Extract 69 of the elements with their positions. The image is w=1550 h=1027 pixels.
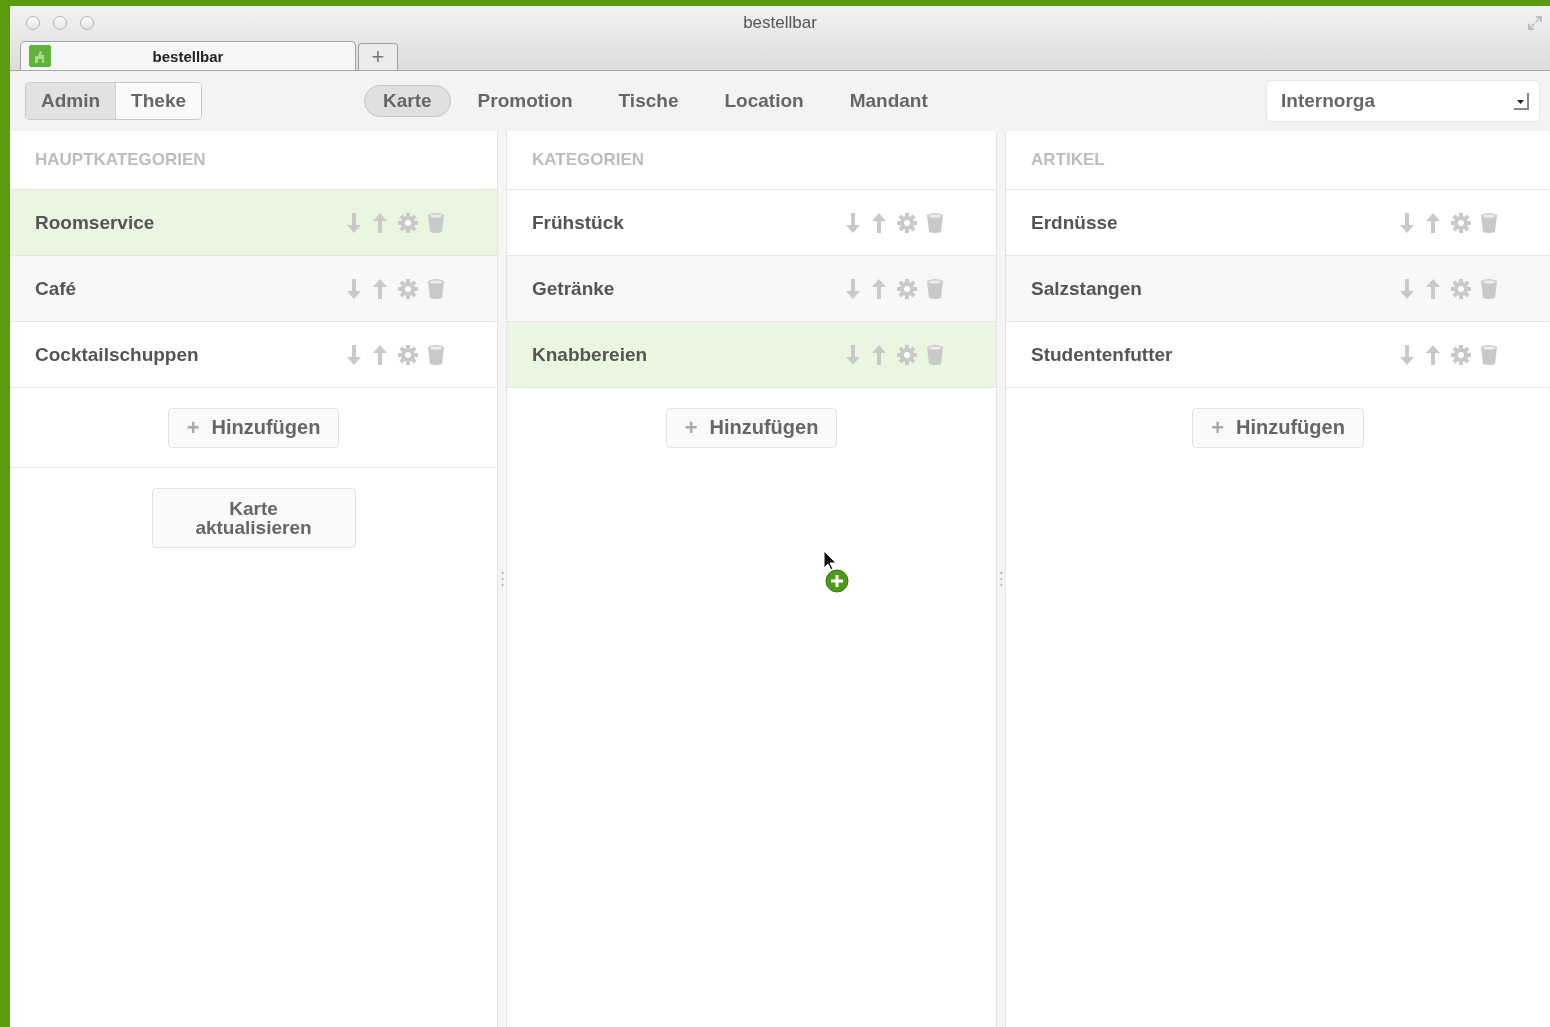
grip-icon[interactable] bbox=[999, 571, 1003, 587]
down-arrow-icon[interactable] bbox=[844, 343, 862, 366]
down-arrow-icon[interactable] bbox=[345, 211, 363, 234]
trash-icon[interactable] bbox=[427, 211, 445, 234]
down-arrow-icon[interactable] bbox=[1398, 343, 1416, 366]
trash-icon[interactable] bbox=[1480, 211, 1498, 234]
add-button[interactable]: + Hinzufügen bbox=[167, 407, 340, 448]
trash-icon[interactable] bbox=[926, 211, 944, 234]
nav-tab[interactable]: Karte bbox=[364, 85, 451, 117]
trash-icon[interactable] bbox=[427, 343, 445, 366]
up-arrow-icon[interactable] bbox=[1424, 277, 1442, 300]
up-arrow-icon[interactable] bbox=[870, 343, 888, 366]
add-button[interactable]: + Hinzufügen bbox=[665, 407, 838, 448]
window-control[interactable] bbox=[53, 16, 67, 30]
up-arrow-icon[interactable] bbox=[371, 277, 389, 300]
list-row[interactable]: Roomservice bbox=[10, 190, 497, 256]
column-splitter[interactable] bbox=[996, 131, 1006, 1027]
down-arrow-icon[interactable] bbox=[1398, 211, 1416, 234]
trash-icon[interactable] bbox=[926, 343, 944, 366]
settings-icon[interactable] bbox=[1450, 343, 1472, 366]
column-splitter[interactable] bbox=[497, 131, 507, 1027]
column-header: HAUPTKATEGORIEN bbox=[35, 150, 206, 170]
settings-icon[interactable] bbox=[397, 343, 419, 366]
fullscreen-icon[interactable] bbox=[1526, 14, 1544, 32]
dropdown-arrow-icon[interactable] bbox=[1513, 92, 1529, 110]
settings-icon[interactable] bbox=[397, 277, 419, 300]
up-arrow-icon[interactable] bbox=[371, 211, 389, 234]
trash-icon[interactable] bbox=[1480, 343, 1498, 366]
settings-icon[interactable] bbox=[1450, 277, 1472, 300]
list-row[interactable]: Salzstangen bbox=[1006, 256, 1550, 322]
window-control[interactable] bbox=[26, 16, 40, 30]
up-arrow-icon[interactable] bbox=[870, 211, 888, 234]
browser-tab[interactable]: bestellbar bbox=[20, 41, 356, 70]
app-logo-icon bbox=[29, 45, 51, 67]
up-arrow-icon[interactable] bbox=[870, 277, 888, 300]
window-title: bestellbar bbox=[743, 13, 817, 32]
down-arrow-icon[interactable] bbox=[844, 277, 862, 300]
mode-toggle[interactable]: Theke bbox=[116, 83, 202, 119]
settings-icon[interactable] bbox=[397, 211, 419, 234]
settings-icon[interactable] bbox=[1450, 211, 1472, 234]
grip-icon[interactable] bbox=[500, 571, 504, 587]
trash-icon[interactable] bbox=[1480, 277, 1498, 300]
down-arrow-icon[interactable] bbox=[1398, 277, 1416, 300]
nav-tab[interactable]: Mandant bbox=[830, 85, 947, 117]
settings-icon[interactable] bbox=[896, 343, 918, 366]
nav-tab[interactable]: Tische bbox=[599, 85, 698, 117]
update-menu-button[interactable]: Karte aktualisieren bbox=[151, 488, 356, 548]
list-row[interactable]: Café bbox=[10, 256, 497, 322]
settings-icon[interactable] bbox=[896, 211, 918, 234]
down-arrow-icon[interactable] bbox=[844, 211, 862, 234]
up-arrow-icon[interactable] bbox=[1424, 211, 1442, 234]
list-row[interactable]: Getränke bbox=[507, 256, 996, 322]
column-header: ARTIKEL bbox=[1031, 150, 1105, 170]
window-control[interactable] bbox=[80, 16, 94, 30]
trash-icon[interactable] bbox=[427, 277, 445, 300]
nav-tab[interactable]: Promotion bbox=[458, 85, 592, 117]
trash-icon[interactable] bbox=[926, 277, 944, 300]
new-tab-button[interactable]: + bbox=[358, 43, 398, 70]
settings-icon[interactable] bbox=[896, 277, 918, 300]
up-arrow-icon[interactable] bbox=[371, 343, 389, 366]
add-button[interactable]: + Hinzufügen bbox=[1192, 407, 1364, 448]
list-row[interactable]: Knabbereien bbox=[507, 322, 996, 388]
nav-tab[interactable]: Location bbox=[705, 85, 823, 117]
down-arrow-icon[interactable] bbox=[345, 277, 363, 300]
column-header: KATEGORIEN bbox=[532, 150, 645, 170]
up-arrow-icon[interactable] bbox=[1424, 343, 1442, 366]
client-select[interactable]: Internorga bbox=[1266, 80, 1540, 122]
down-arrow-icon[interactable] bbox=[345, 343, 363, 366]
mode-toggle[interactable]: Admin bbox=[26, 83, 117, 119]
